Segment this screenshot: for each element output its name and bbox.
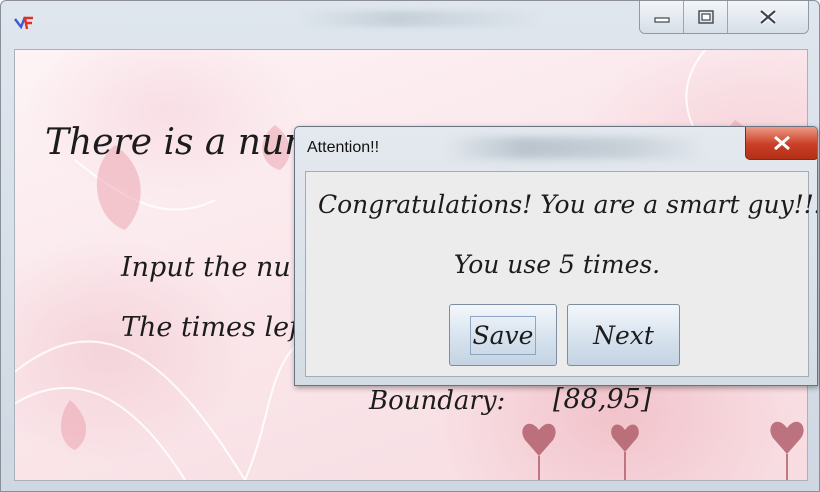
save-button-label: Save bbox=[469, 315, 537, 355]
blurred-window-title bbox=[301, 11, 541, 27]
main-titlebar[interactable] bbox=[1, 1, 819, 45]
maximize-button[interactable] bbox=[684, 1, 728, 33]
close-icon bbox=[759, 9, 777, 25]
times-used-text: You use 5 times. bbox=[453, 250, 661, 279]
app-icon bbox=[14, 16, 33, 30]
next-button[interactable]: Next bbox=[567, 304, 680, 366]
minimize-icon bbox=[653, 17, 670, 23]
boundary-value: [88,95] bbox=[553, 384, 652, 415]
close-button[interactable] bbox=[728, 1, 808, 33]
dialog-title: Attention!! bbox=[307, 139, 380, 156]
window-controls bbox=[639, 1, 809, 34]
dialog-body: Congratulations! You are a smart guy!!! … bbox=[305, 171, 817, 377]
close-icon bbox=[774, 135, 790, 151]
game-headline: There is a num bbox=[45, 122, 319, 163]
maximize-icon bbox=[697, 10, 714, 24]
congratulations-message: Congratulations! You are a smart guy!!! bbox=[318, 190, 818, 219]
minimize-button[interactable] bbox=[640, 1, 684, 33]
times-left-label: The times lef bbox=[121, 312, 300, 343]
input-number-label: Input the nu bbox=[121, 252, 291, 283]
save-button[interactable]: Save bbox=[449, 304, 557, 366]
boundary-label: Boundary: bbox=[369, 386, 506, 416]
dialog-close-button[interactable] bbox=[745, 127, 817, 160]
attention-dialog: Attention!! Congratulations! You are a s… bbox=[294, 126, 818, 386]
next-button-label: Next bbox=[593, 320, 654, 350]
blurred-background-title bbox=[445, 137, 705, 159]
